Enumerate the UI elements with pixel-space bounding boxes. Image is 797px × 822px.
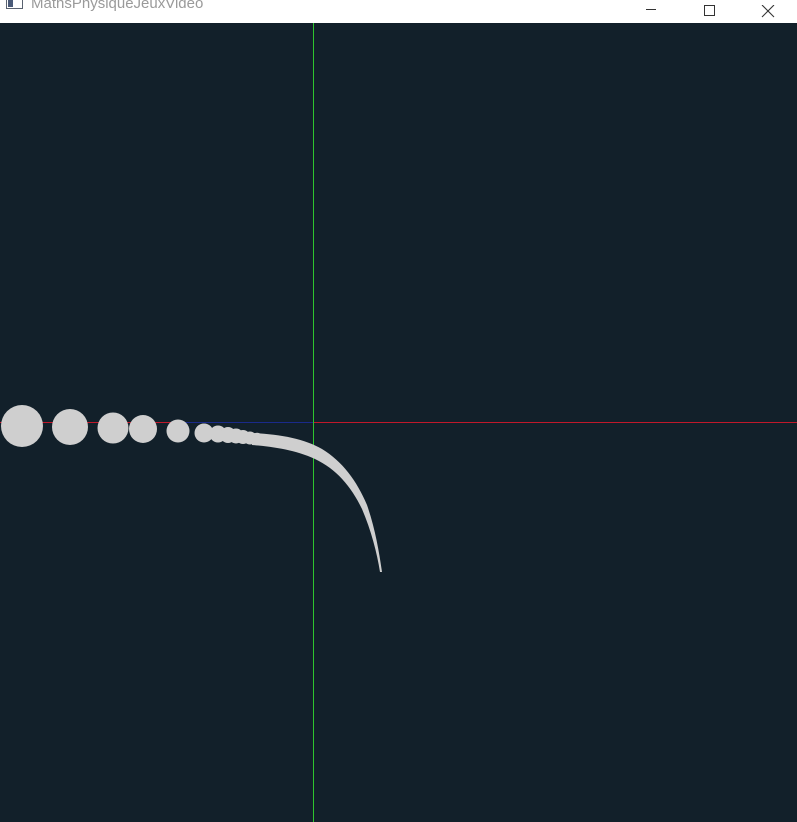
sphere-streak xyxy=(252,433,382,572)
title-bar[interactable]: MathsPhysiqueJeuxVideo xyxy=(0,0,797,23)
sphere-trajectory xyxy=(1,405,382,572)
scene-svg xyxy=(0,23,797,822)
sphere xyxy=(166,419,190,443)
app-window-icon xyxy=(6,0,23,9)
minimize-icon xyxy=(646,8,656,10)
sphere xyxy=(97,412,129,444)
sphere xyxy=(129,415,157,443)
sphere xyxy=(1,405,43,447)
render-viewport[interactable] xyxy=(0,23,797,822)
maximize-button[interactable] xyxy=(680,0,738,23)
minimize-button[interactable] xyxy=(622,0,680,23)
close-button[interactable] xyxy=(739,0,797,23)
window-title: MathsPhysiqueJeuxVideo xyxy=(31,0,204,12)
close-icon xyxy=(761,4,775,17)
maximize-icon xyxy=(704,4,715,16)
sphere xyxy=(52,409,88,445)
